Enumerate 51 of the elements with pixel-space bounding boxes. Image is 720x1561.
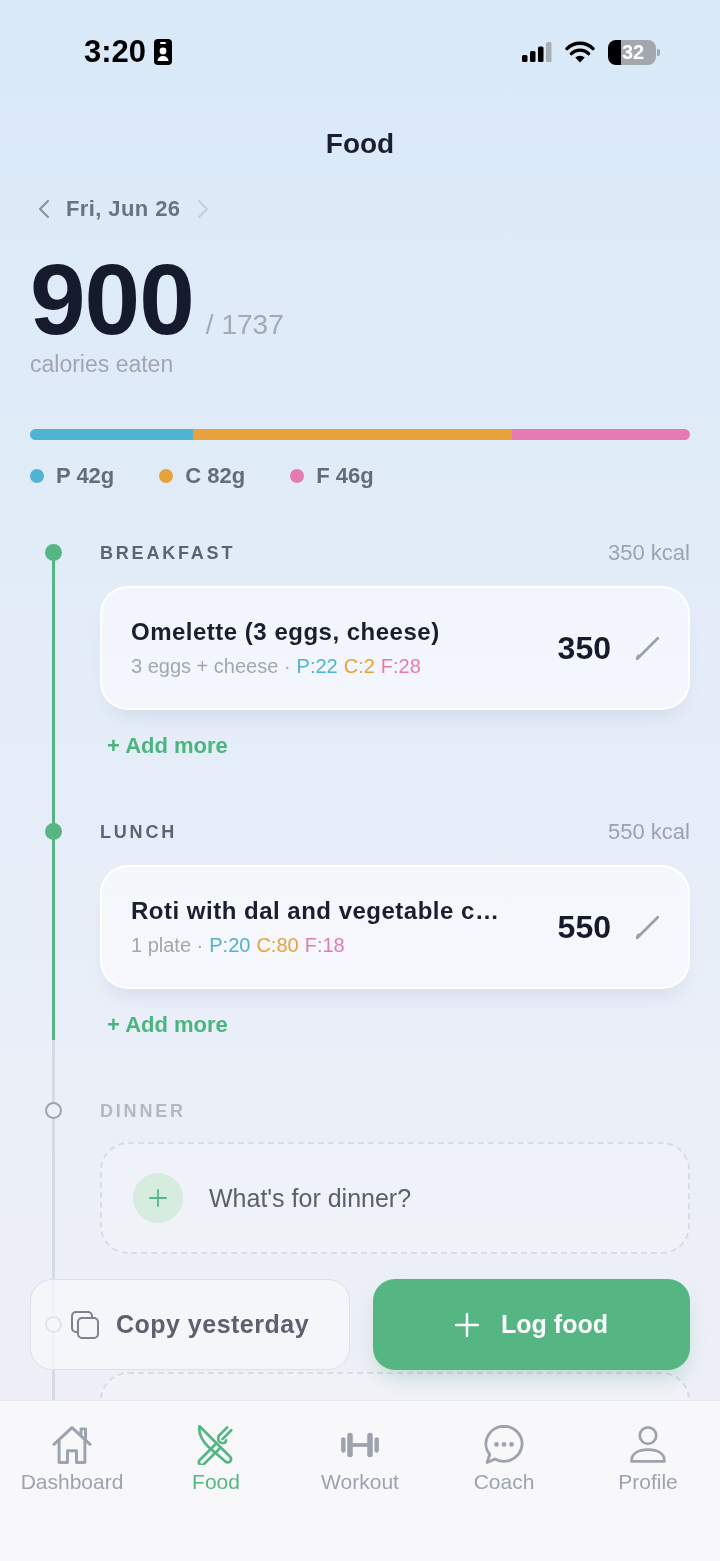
macro-amount: C:80 — [256, 933, 299, 958]
food-portion: 3 eggs + cheese · — [131, 654, 291, 679]
page-title: Food — [325, 127, 395, 161]
meal-calories: 350 kcal — [608, 539, 690, 567]
nav-tab[interactable]: Dashboard — [20, 1425, 124, 1495]
meal-title: LUNCH — [100, 821, 177, 844]
nav-tab[interactable]: Profile — [618, 1425, 678, 1495]
calories-caption: calories eaten — [30, 351, 174, 377]
plus-icon — [455, 1312, 480, 1337]
house-icon — [52, 1425, 92, 1465]
chat-bubble-icon — [484, 1425, 524, 1465]
food-calories: 350 — [557, 630, 611, 666]
signal-icon — [522, 42, 552, 62]
meal-title: DINNER — [100, 1100, 186, 1123]
food-name: Roti with dal and vegetable c… — [131, 896, 500, 926]
copy-icon — [70, 1310, 99, 1339]
food-entry-card[interactable]: Roti with dal and vegetable c… 1 plate · P:20 C:80 F:18 550 — [100, 865, 690, 989]
chevron-left-icon[interactable] — [38, 199, 50, 219]
pencil-icon[interactable] — [636, 915, 660, 939]
food-calories: 550 — [557, 909, 611, 945]
food-name: Omelette (3 eggs, cheese) — [131, 617, 440, 647]
macro-amount: P:20 — [209, 933, 251, 958]
add-more-link[interactable]: + Add more — [107, 731, 228, 761]
person-icon — [628, 1425, 668, 1465]
food-portion: 1 plate · — [131, 933, 204, 958]
id-badge-icon — [154, 39, 173, 65]
macro-label: C 82g — [185, 463, 246, 489]
nav-tab[interactable]: Workout — [321, 1425, 399, 1495]
status-time: 3:20 — [84, 34, 147, 70]
macro-label: F 46g — [316, 463, 374, 489]
macro-amount: P:22 — [296, 654, 338, 679]
macro-amount: F:28 — [380, 654, 421, 679]
pencil-icon[interactable] — [636, 636, 660, 660]
nav-tab[interactable]: Food — [192, 1425, 240, 1495]
meal-calories: 550 kcal — [608, 818, 690, 846]
add-more-link[interactable]: + Add more — [107, 1010, 228, 1040]
add-meal-card[interactable]: What's for dinner? — [100, 1142, 690, 1254]
plus-icon — [133, 1173, 183, 1223]
date-label: Fri, Jun 26 — [66, 195, 181, 223]
nav-tab[interactable]: Coach — [473, 1425, 535, 1495]
meal-title: BREAKFAST — [100, 542, 236, 565]
food-entry-card[interactable]: Omelette (3 eggs, cheese) 3 eggs + cheese · P:22 C:2 F:28 350 — [100, 586, 690, 710]
macro-label: P 42g — [56, 463, 115, 489]
macro-amount: C:2 — [343, 654, 375, 679]
wifi-icon — [565, 41, 595, 63]
log-food-button[interactable]: Log food — [373, 1279, 690, 1370]
calorie-goal: / 1737 — [205, 308, 284, 342]
fork-knife-icon — [196, 1425, 236, 1465]
calories-eaten-value: 900 — [30, 249, 194, 349]
macro-amount: F:18 — [304, 933, 345, 958]
copy-yesterday-button[interactable]: Copy yesterday — [30, 1279, 350, 1370]
